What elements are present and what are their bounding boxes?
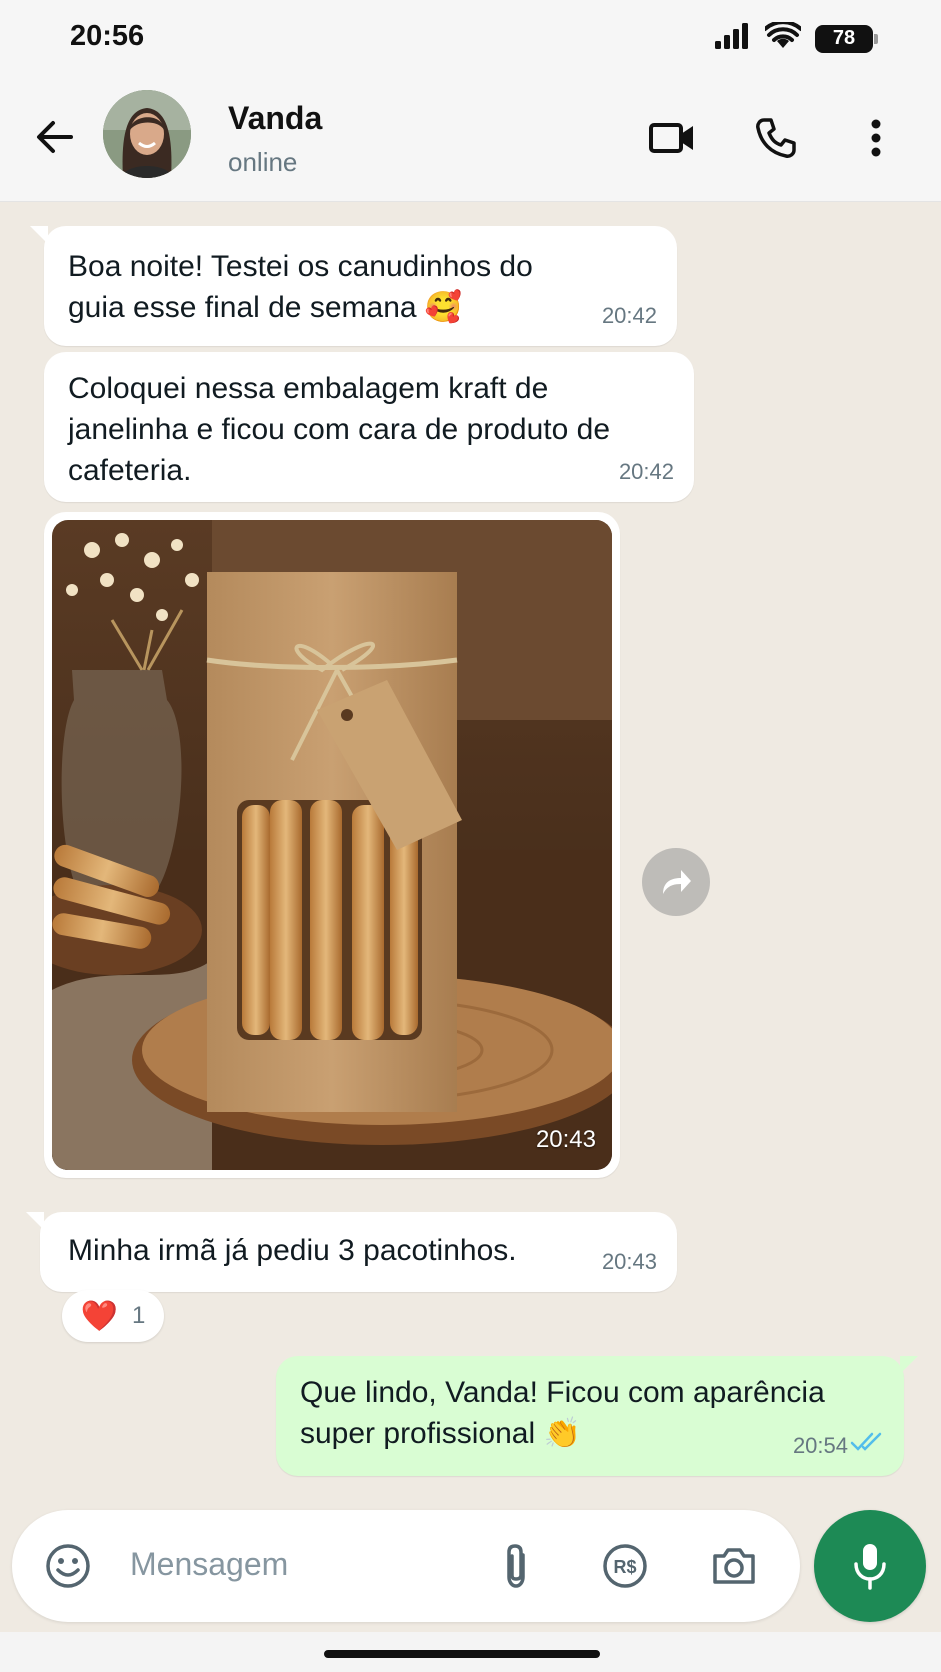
signal-icon [715,23,751,54]
battery-icon: 78 [815,24,878,53]
message-time: 20:42 [601,303,657,328]
forward-arrow-icon [663,870,691,894]
wifi-icon [763,20,803,55]
forward-button[interactable] [642,848,710,916]
system-nav-bar [0,1632,941,1672]
reaction-count: 1 [132,1302,146,1329]
avatar[interactable] [103,90,191,178]
status-icons: 78 [715,20,878,55]
voice-message-button[interactable] [814,1510,926,1622]
outgoing-message[interactable]: Que lindo, Vanda! Ficou com aparência su… [276,1356,918,1476]
image-message[interactable]: 20:43 [44,512,620,1178]
message-text: Que lindo, Vanda! Ficou com aparência su… [300,1376,825,1450]
message-time: 20:43 [601,1249,657,1274]
message-text: Boa noite! Testei os canudinhos do guia … [68,250,533,324]
more-vertical-icon [871,119,881,157]
payment-button[interactable]: R$ [597,1538,653,1594]
home-indicator[interactable] [324,1650,600,1658]
message-photo[interactable]: 20:43 [52,520,612,1170]
camera-button[interactable] [706,1538,762,1594]
video-camera-icon [649,123,693,153]
status-bar: 20:56 78 [0,0,941,80]
message-input[interactable]: Mensagem [130,1546,288,1583]
reaction-badge[interactable]: ❤️ 1 [62,1290,164,1342]
message-time: 20:42 [618,459,674,484]
chat-header: Vanda online [0,80,941,202]
pay-label: R$ [613,1557,636,1577]
message-time: 20:43 [535,1126,596,1153]
smiley-icon [46,1544,90,1588]
paperclip-icon [507,1544,525,1588]
contact-status: online [228,147,298,177]
contact-name[interactable]: Vanda [228,100,322,137]
voice-call-button[interactable] [748,110,804,166]
incoming-message[interactable]: Coloquei nessa embalagem kraft de janeli… [44,352,694,502]
incoming-message[interactable]: Minha irmã já pediu 3 pacotinhos. 20:43 [26,1212,677,1292]
battery-level: 78 [832,27,856,49]
heart-icon: ❤️ [80,1299,118,1333]
emoji-button[interactable] [40,1538,96,1594]
attach-button[interactable] [488,1538,544,1594]
microphone-icon [854,1544,886,1590]
arrow-left-icon [37,121,73,153]
message-time: 20:54 [792,1433,848,1458]
status-time: 20:56 [70,20,145,52]
more-options-button[interactable] [848,110,904,166]
message-composer[interactable]: Mensagem R$ [12,1510,800,1622]
incoming-message[interactable]: Boa noite! Testei os canudinhos do guia … [30,226,677,346]
message-text: Coloquei nessa embalagem kraft de janeli… [68,372,611,487]
video-call-button[interactable] [644,110,700,166]
chat-area[interactable]: Boa noite! Testei os canudinhos do guia … [0,202,941,1502]
phone-icon [756,118,796,158]
back-button[interactable] [30,112,80,162]
currency-icon: R$ [603,1544,647,1588]
message-text: Minha irmã já pediu 3 pacotinhos. [68,1234,517,1267]
read-ticks-icon [850,1423,886,1464]
camera-icon [713,1548,755,1584]
